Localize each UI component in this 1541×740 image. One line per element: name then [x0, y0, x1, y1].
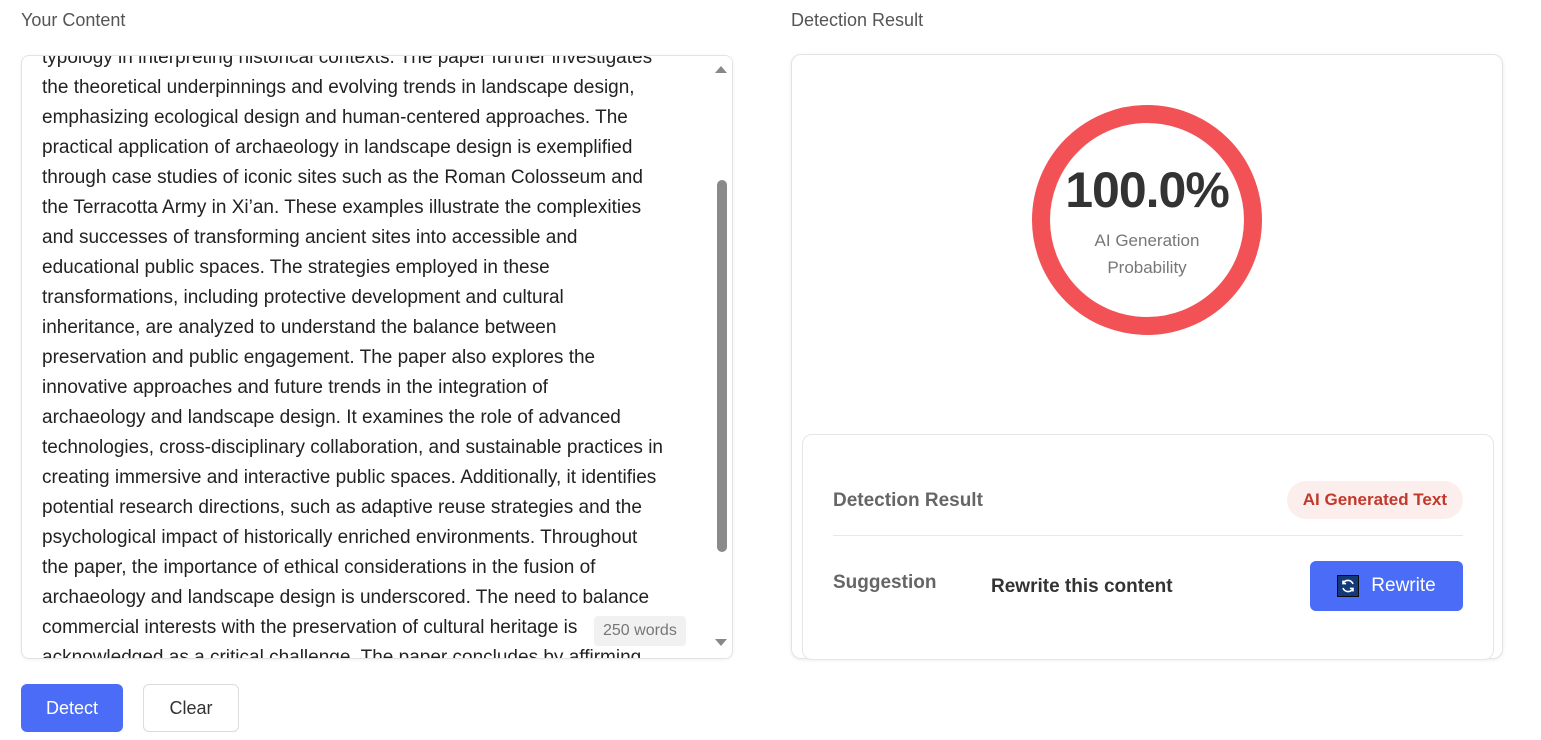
content-text-line[interactable]: emphasizing ecological design and human-…	[42, 103, 697, 133]
refresh-icon	[1337, 575, 1360, 597]
content-text-viewport[interactable]: typology in interpreting historical cont…	[22, 56, 710, 658]
content-text-line[interactable]: potential research directions, such as a…	[42, 493, 697, 523]
content-text-line[interactable]: the Terracotta Army in Xi’an. These exam…	[42, 193, 697, 223]
content-text-line[interactable]: archaeology and landscape design is unde…	[42, 583, 697, 613]
content-text-line[interactable]: psychological impact of historically enr…	[42, 523, 697, 553]
content-text-line[interactable]: creating immersive and interactive publi…	[42, 463, 697, 493]
content-text-line[interactable]: preservation and public engagement. The …	[42, 343, 697, 373]
status-badge: AI Generated Text	[1286, 481, 1463, 519]
probability-gauge: 100.0% AI Generation Probability	[1030, 103, 1264, 337]
detect-button[interactable]: Detect	[21, 684, 123, 732]
probability-caption: AI Generation Probability	[1030, 227, 1264, 281]
detection-result-card: 100.0% AI Generation Probability Detecti…	[791, 54, 1503, 660]
content-text-line[interactable]: the theoretical underpinnings and evolvi…	[42, 73, 697, 103]
content-text-line[interactable]: the paper, the importance of ethical con…	[42, 553, 697, 583]
content-text-line[interactable]: innovative approaches and future trends …	[42, 373, 697, 403]
word-count-badge: 250 words	[594, 616, 686, 646]
content-text-line[interactable]: practical application of archaeology in …	[42, 133, 697, 163]
scroll-down-arrow-icon[interactable]	[715, 639, 727, 646]
detection-result-label: Detection Result	[833, 490, 983, 511]
rewrite-button-label: Rewrite	[1371, 575, 1436, 596]
result-details-panel: Detection Result AI Generated Text Sugge…	[802, 434, 1494, 660]
content-text-line[interactable]: educational public spaces. The strategie…	[42, 253, 697, 283]
scroll-up-arrow-icon[interactable]	[715, 66, 727, 73]
suggestion-text: Rewrite this content	[991, 576, 1173, 597]
content-text-line[interactable]: inheritance, are analyzed to understand …	[42, 313, 697, 343]
content-text-line[interactable]: technologies, cross-disciplinary collabo…	[42, 433, 697, 463]
content-text-line[interactable]: through case studies of iconic sites suc…	[42, 163, 697, 193]
content-section-title: Your Content	[21, 10, 126, 30]
suggestion-label: Suggestion	[833, 572, 937, 593]
gauge-ring	[1032, 105, 1262, 335]
rewrite-button[interactable]: Rewrite	[1310, 561, 1463, 611]
content-text-line[interactable]: typology in interpreting historical cont…	[42, 56, 697, 73]
probability-caption-line2: Probability	[1107, 258, 1187, 277]
scrollbar[interactable]	[710, 56, 732, 658]
result-section-title: Detection Result	[791, 10, 924, 30]
probability-value: 100.0%	[1065, 162, 1230, 218]
scrollbar-thumb[interactable]	[717, 180, 727, 552]
content-text-line[interactable]: and successes of transforming ancient si…	[42, 223, 697, 253]
clear-button[interactable]: Clear	[143, 684, 239, 732]
gauge-fill-arc	[1032, 105, 1262, 335]
content-text[interactable]: typology in interpreting historical cont…	[42, 56, 697, 658]
divider	[833, 535, 1463, 536]
content-text-line[interactable]: archaeology and landscape design. It exa…	[42, 403, 697, 433]
content-text-line[interactable]: transformations, including protective de…	[42, 283, 697, 313]
content-textarea[interactable]: typology in interpreting historical cont…	[21, 55, 733, 659]
probability-caption-line1: AI Generation	[1094, 231, 1200, 250]
